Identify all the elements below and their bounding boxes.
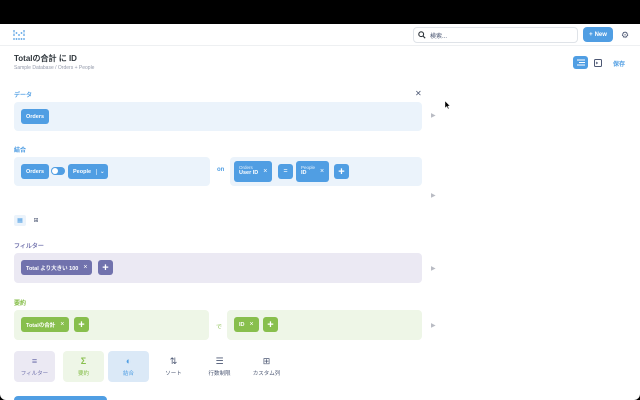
search-icon (418, 31, 426, 39)
console-icon (593, 58, 602, 67)
data-table-label: Orders (26, 113, 45, 120)
join-right-column-label: ID (301, 169, 307, 176)
list-icon: ☰ (215, 355, 224, 366)
search-placeholder: 検索... (430, 34, 448, 40)
add-custom-column-step-button[interactable]: ⊞ カスタム列 (246, 351, 287, 382)
preview-arrow-icon[interactable]: ▶ (431, 322, 436, 329)
new-button[interactable]: + New (583, 27, 613, 42)
join-left-table-label: Orders (26, 168, 45, 175)
add-metric-button[interactable]: + (74, 317, 89, 332)
preview-arrow-icon[interactable]: ▶ (431, 112, 436, 119)
join-type-icon[interactable] (51, 167, 65, 175)
add-breakout-button[interactable]: + (263, 317, 278, 332)
join-section-label: 結合 (14, 148, 27, 154)
preview-arrow-icon[interactable]: ▶ (431, 192, 436, 199)
metabase-logo-icon[interactable] (13, 30, 25, 40)
step-label: 結合 (122, 370, 134, 377)
data-table-pill[interactable]: Orders (21, 109, 50, 124)
visualize-button[interactable] (14, 396, 107, 400)
join-right-column-pill[interactable]: People ID × (296, 161, 330, 182)
join-columns-icon[interactable]: ▦ (14, 215, 26, 226)
close-icon[interactable]: × (320, 168, 324, 175)
join-left-column-label: User ID (239, 169, 259, 176)
summarize-by-label: で (216, 325, 223, 331)
chevron-down-icon: ⌄ (96, 168, 105, 175)
step-label: カスタム列 (252, 370, 281, 377)
join-tables-panel: Orders People ⌄ (14, 157, 210, 186)
add-filter-button[interactable]: + (98, 260, 113, 275)
data-section-label: データ (14, 93, 33, 99)
join-icon: ◐ (125, 355, 132, 366)
gear-icon[interactable]: ⚙ (621, 30, 629, 41)
breadcrumb[interactable]: Sample Database / Orders + People (14, 65, 94, 71)
custom-column-icon: ⊞ (262, 355, 271, 366)
close-icon[interactable]: × (83, 264, 87, 271)
filter-icon: ≡ (31, 355, 38, 366)
close-icon[interactable]: × (263, 168, 267, 175)
breakout-pill[interactable]: ID × (234, 317, 259, 332)
sql-preview-button[interactable] (591, 56, 604, 69)
summarize-metrics-panel: Totalの合計 × + (14, 310, 209, 340)
join-left-column-pill[interactable]: Orders User ID × (234, 161, 273, 182)
plus-icon: + (589, 31, 593, 38)
metric-label: Totalの合計 (26, 322, 56, 329)
filter-step-panel: Total より大きい 100 × + (14, 253, 422, 283)
new-button-label: New (594, 31, 607, 38)
save-button[interactable]: 保存 (613, 59, 625, 68)
question-title[interactable]: Totalの合計 に ID (14, 53, 77, 64)
app-window: 検索... + New ⚙ Totalの合計 に ID Sample Datab… (0, 24, 640, 400)
join-condition-panel: Orders User ID × = People ID × + (230, 157, 422, 186)
step-label: フィルター (20, 370, 49, 377)
preview-arrow-icon[interactable]: ▶ (431, 265, 436, 272)
mouse-cursor-icon (445, 101, 451, 110)
join-operator[interactable]: = (278, 164, 293, 179)
join-left-column-table: Orders (239, 165, 253, 171)
metric-pill[interactable]: Totalの合計 × (21, 317, 70, 332)
step-label: 要約 (77, 370, 89, 377)
summarize-section-label: 要約 (14, 301, 27, 307)
filter-condition-pill[interactable]: Total より大きい 100 × (21, 260, 93, 275)
add-filter-step-button[interactable]: ≡ フィルター (14, 351, 55, 382)
close-icon[interactable]: ✕ (415, 89, 422, 98)
filter-section-label: フィルター (14, 244, 44, 250)
add-limit-step-button[interactable]: ☰ 行数制限 (199, 351, 240, 382)
add-custom-column-icon[interactable]: ⊞ (30, 215, 42, 226)
join-left-table-pill[interactable]: Orders (21, 164, 50, 179)
join-right-table-label: People (73, 168, 92, 175)
join-on-label: on (217, 167, 225, 173)
notebook-icon (576, 59, 585, 66)
notebook-toggle-button[interactable] (573, 56, 588, 69)
add-sort-step-button[interactable]: ⇅ ソート (153, 351, 194, 382)
add-summarize-step-button[interactable]: Σ 要約 (63, 351, 104, 382)
close-icon[interactable]: × (250, 321, 254, 328)
top-navigation-bar: 検索... + New ⚙ (0, 24, 640, 46)
filter-condition-label: Total より大きい 100 (26, 265, 79, 272)
sigma-icon: Σ (80, 355, 87, 366)
search-input[interactable]: 検索... (413, 27, 578, 43)
close-icon[interactable]: × (60, 321, 64, 328)
breakout-label: ID (239, 321, 245, 328)
step-label: 行数制限 (208, 370, 231, 377)
add-join-condition-button[interactable]: + (334, 164, 349, 179)
sort-icon: ⇅ (169, 355, 178, 366)
join-right-table-pill[interactable]: People ⌄ (68, 164, 108, 179)
data-step-panel: Orders (14, 102, 422, 131)
summarize-breakout-panel: ID × + (227, 310, 422, 340)
add-join-step-button[interactable]: ◐ 結合 (108, 351, 149, 382)
join-right-column-table: People (301, 165, 316, 171)
step-label: ソート (165, 370, 182, 377)
